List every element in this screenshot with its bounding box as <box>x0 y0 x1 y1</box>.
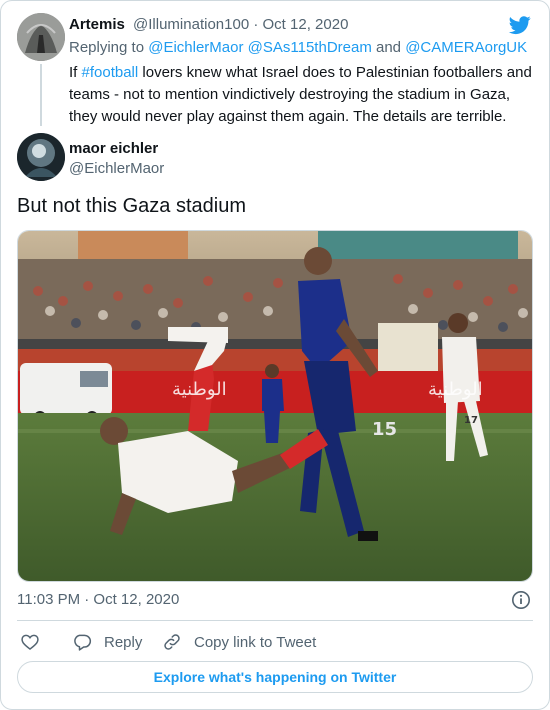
tweet-timestamp-link[interactable]: 11:03 PM · Oct 12, 2020 <box>17 591 179 608</box>
jersey-number-blue: 15 <box>372 419 397 440</box>
replying-and: and <box>371 39 406 56</box>
parent-tweet-text: If #football lovers knew what Israel doe… <box>69 62 537 128</box>
replying-prefix: Replying to <box>69 39 149 56</box>
reply-button[interactable]: Reply <box>72 631 142 653</box>
heart-icon <box>21 634 39 651</box>
header-separator: · <box>249 16 263 33</box>
tweet-photo[interactable]: الوطنية الوطنية 15 17 <box>17 230 533 582</box>
ad-board-text: الوطنية <box>428 379 483 400</box>
info-icon[interactable] <box>511 590 531 610</box>
main-author-handle[interactable]: @EichlerMaor <box>69 160 164 177</box>
parent-tweet-header: Artemis @Illumination100 · Oct 12, 2020 <box>69 16 348 33</box>
hashtag-link[interactable]: #football <box>82 64 139 81</box>
twitter-logo-icon[interactable] <box>508 14 532 36</box>
main-tweet-text: But not this Gaza stadium <box>17 195 247 217</box>
reply-bubble-icon <box>74 634 92 651</box>
explore-twitter-button[interactable]: Explore what's happening on Twitter <box>17 661 533 693</box>
link-icon <box>164 634 180 650</box>
text-prefix: If <box>69 64 82 81</box>
copy-link-label: Copy link to Tweet <box>194 633 317 651</box>
reply-label: Reply <box>104 633 143 651</box>
main-author-avatar[interactable] <box>17 133 65 181</box>
ad-board-text: الوطنية <box>172 379 227 400</box>
main-author-name[interactable]: maor eichler <box>69 140 158 157</box>
copy-link-button[interactable]: Copy link to Tweet <box>162 631 316 653</box>
parent-tweet-date[interactable]: Oct 12, 2020 <box>263 16 349 33</box>
divider <box>17 620 533 621</box>
parent-author-name[interactable]: Artemis <box>69 16 125 33</box>
thread-connector-line <box>40 64 42 126</box>
jersey-number-white: 17 <box>464 415 478 426</box>
explore-label: Explore what's happening on Twitter <box>153 669 397 685</box>
parent-author-avatar[interactable] <box>17 13 65 61</box>
text-body: lovers knew what Israel does to Palestin… <box>69 64 532 125</box>
replying-handle-link[interactable]: @CAMERAorgUK <box>405 39 527 56</box>
replying-to-line: Replying to @EichlerMaor @SAs115thDream … <box>69 39 527 56</box>
replying-handle-link[interactable]: @EichlerMaor <box>148 39 243 56</box>
parent-author-handle[interactable]: @Illumination100 <box>133 16 249 33</box>
replying-handle-link[interactable]: @SAs115thDream <box>248 39 372 56</box>
like-button[interactable] <box>20 631 52 653</box>
